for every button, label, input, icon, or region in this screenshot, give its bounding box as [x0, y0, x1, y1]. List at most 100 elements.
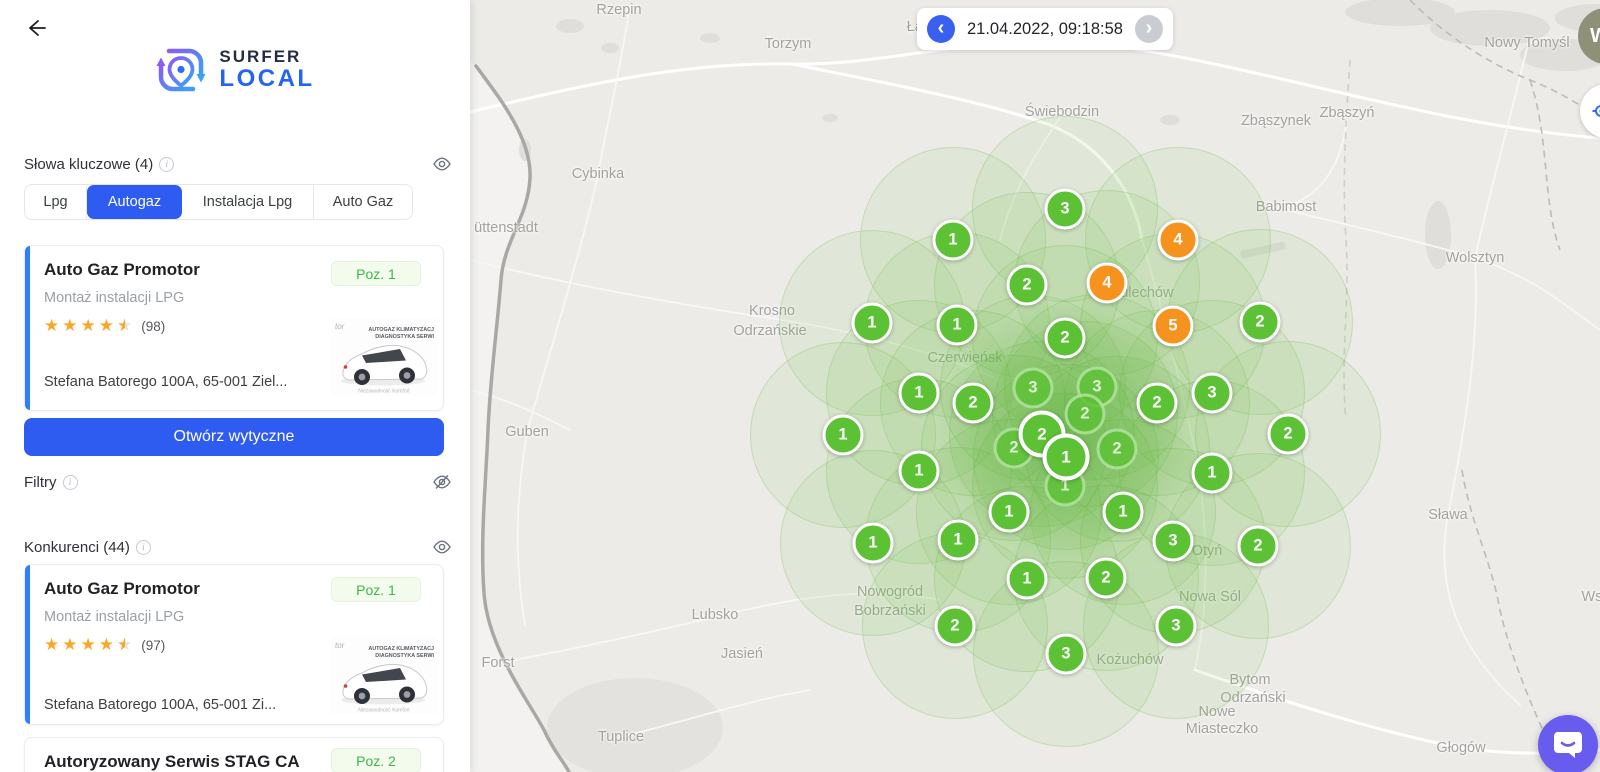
map-label: üttenstadt: [474, 220, 538, 236]
rank-marker[interactable]: 1: [1007, 559, 1048, 600]
eye-visible-icon[interactable]: [432, 155, 452, 173]
open-guidelines-button[interactable]: Otwórz wytyczne: [24, 418, 444, 456]
map-label: Rzepin: [596, 2, 641, 18]
star-icon: ★: [62, 635, 77, 655]
filters-section-header: Filtry i: [24, 471, 452, 493]
star-icon: ★: [99, 635, 114, 655]
info-icon[interactable]: i: [63, 475, 78, 490]
map-label: Zbąszynek: [1241, 113, 1311, 129]
map-label: Lubsko: [692, 607, 739, 623]
rank-marker[interactable]: 1: [937, 305, 978, 346]
rank-marker[interactable]: 1: [1043, 434, 1090, 481]
chat-bubble-icon: [1552, 730, 1584, 760]
keyword-tab-autogaz[interactable]: Autogaz: [87, 185, 182, 219]
business-address: Stefana Batorego 100A, 65-001 Zi...: [44, 695, 276, 715]
svg-text:DIAGNOSTYKA SERWI: DIAGNOSTYKA SERWI: [375, 334, 434, 340]
rank-marker[interactable]: 1: [933, 220, 974, 261]
map-canvas[interactable]: RzepinTorzymŁagówŚwiebodzinZbąszynekZbąs…: [470, 0, 1600, 772]
map-label: Wolsztyn: [1446, 250, 1505, 266]
rank-marker[interactable]: 2: [1007, 265, 1048, 306]
back-button[interactable]: [22, 14, 50, 42]
position-badge: Poz. 2: [331, 748, 421, 772]
logo-text-surfer: SURFER: [219, 48, 314, 66]
rank-marker[interactable]: 3: [1013, 368, 1054, 409]
map-label: Tuplice: [598, 729, 644, 745]
position-badge: Poz. 1: [331, 577, 421, 602]
rank-marker[interactable]: 2: [1045, 318, 1086, 359]
back-arrow-icon: [25, 17, 47, 39]
keyword-tab-instalacja-lpg[interactable]: Instalacja Lpg: [182, 185, 314, 219]
rank-marker[interactable]: 1: [938, 520, 979, 561]
rank-marker[interactable]: 1: [852, 303, 893, 344]
rank-marker[interactable]: 4: [1158, 220, 1199, 261]
competitor-card[interactable]: Auto Gaz Promotor Poz. 1 Montaż instalac…: [24, 564, 444, 725]
rank-marker[interactable]: 5: [1153, 306, 1194, 347]
star-icon: ★★: [117, 316, 132, 336]
business-name: Auto Gaz Promotor: [44, 258, 200, 282]
svg-text:AUTOGAZ KLIMATYZACJ: AUTOGAZ KLIMATYZACJ: [368, 327, 434, 333]
business-category: Montaż instalacji LPG: [44, 288, 184, 308]
rank-marker[interactable]: 3: [1046, 634, 1087, 675]
position-badge: Poz. 1: [331, 261, 421, 286]
card-accent-bar: [25, 246, 30, 410]
chat-widget-button[interactable]: [1538, 715, 1598, 772]
review-count: (98): [141, 319, 165, 334]
info-icon[interactable]: i: [159, 157, 174, 172]
rank-marker[interactable]: 2: [935, 606, 976, 647]
rank-marker[interactable]: 1: [989, 492, 1030, 533]
sidebar: SURFER LOCAL Słowa kluczowe (4) i LpgAut…: [0, 0, 470, 772]
rank-marker[interactable]: 3: [1045, 189, 1086, 230]
rank-marker[interactable]: 2: [953, 383, 994, 424]
rank-marker[interactable]: 2: [1137, 383, 1178, 424]
rank-marker[interactable]: 3: [1156, 606, 1197, 647]
rank-marker[interactable]: 1: [899, 373, 940, 414]
map-label: Miasteczko: [1186, 721, 1259, 737]
star-icon: ★: [81, 316, 96, 336]
info-icon[interactable]: i: [136, 540, 151, 555]
business-photo: tor AUTOGAZ KLIMATYZACJ DIAGNOSTYKA SERW…: [331, 318, 437, 395]
keywords-title: Słowa kluczowe (4): [24, 156, 153, 173]
map-label: Nowy Tomyśl: [1484, 35, 1569, 51]
map-label: Ws: [1582, 589, 1600, 605]
rank-marker[interactable]: 2: [1238, 526, 1279, 567]
competitors-section-header: Konkurenci (44) i: [24, 536, 452, 558]
rank-marker[interactable]: 1: [853, 523, 894, 564]
eye-hidden-icon[interactable]: [432, 473, 452, 491]
rank-marker[interactable]: 3: [1153, 521, 1194, 562]
rank-marker[interactable]: 4: [1087, 263, 1128, 304]
locate-icon: [1592, 102, 1600, 120]
rank-marker[interactable]: 2: [1065, 394, 1106, 435]
prev-date-button[interactable]: ‹: [927, 15, 955, 43]
business-name: Auto Gaz Promotor: [44, 577, 200, 601]
map-label: Zbąszyń: [1320, 105, 1375, 121]
next-date-button[interactable]: ›: [1135, 15, 1163, 43]
keyword-tabs: LpgAutogazInstalacja LpgAuto Gaz: [24, 184, 413, 220]
map-label: Jasień: [721, 646, 763, 662]
business-card-primary[interactable]: Auto Gaz Promotor Poz. 1 Montaż instalac…: [24, 245, 444, 411]
rank-marker[interactable]: 3: [1192, 373, 1233, 414]
surfer-local-app: SURFER LOCAL Słowa kluczowe (4) i LpgAut…: [0, 0, 1600, 772]
svg-text:DIAGNOSTYKA SERWI: DIAGNOSTYKA SERWI: [375, 653, 434, 659]
keyword-tab-lpg[interactable]: Lpg: [25, 185, 87, 219]
svg-text:Niezawodność Komfort: Niezawodność Komfort: [358, 389, 410, 395]
competitors-title: Konkurenci (44): [24, 539, 130, 556]
filters-title: Filtry: [24, 474, 57, 491]
review-count: (97): [141, 638, 165, 653]
star-icon: ★: [81, 635, 96, 655]
rank-marker[interactable]: 2: [1097, 429, 1138, 470]
rank-marker[interactable]: 1: [1192, 453, 1233, 494]
eye-visible-icon[interactable]: [432, 538, 452, 556]
rank-marker[interactable]: 2: [1240, 302, 1281, 343]
rank-marker[interactable]: 2: [1086, 558, 1127, 599]
logo-text-local: LOCAL: [219, 66, 314, 91]
map-label: Głogów: [1436, 740, 1485, 756]
keyword-tab-auto-gaz[interactable]: Auto Gaz: [314, 185, 412, 219]
svg-text:Niezawodność Komfort: Niezawodność Komfort: [358, 708, 410, 714]
business-address: Stefana Batorego 100A, 65-001 Ziel...: [44, 372, 287, 392]
rank-marker[interactable]: 1: [1103, 492, 1144, 533]
competitor-card[interactable]: Autoryzowany Serwis STAG CA Poz. 2: [24, 737, 444, 772]
rank-marker[interactable]: 1: [899, 451, 940, 492]
business-category: Montaż instalacji LPG: [44, 607, 184, 627]
rank-marker[interactable]: 1: [823, 415, 864, 456]
rank-marker[interactable]: 2: [1268, 414, 1309, 455]
